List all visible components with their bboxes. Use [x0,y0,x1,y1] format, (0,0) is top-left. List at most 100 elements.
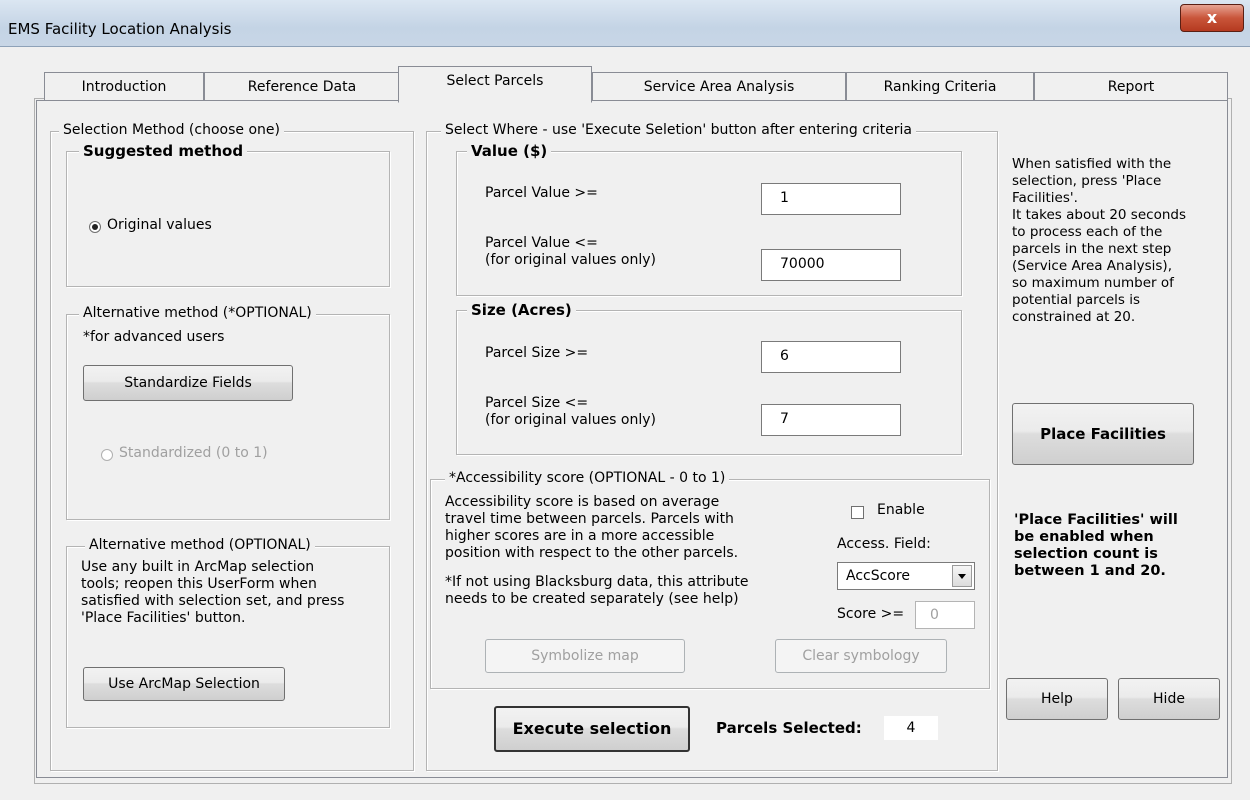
text-line: selection, press 'Place [1012,173,1162,189]
parcel-size-max-label: Parcel Size <= [485,395,589,411]
tab-introduction[interactable]: Introduction [44,72,204,101]
button-label: Execute selection [512,719,672,738]
help-button[interactable]: Help [1006,678,1108,720]
advanced-users-note: *for advanced users [83,329,225,345]
tab-select-parcels[interactable]: Select Parcels [398,66,592,103]
enable-checkbox[interactable] [851,506,864,519]
text-line: position with respect to the other parce… [445,545,739,561]
value-group: Value ($) Parcel Value >= 1 Parcel Value… [456,142,962,296]
tab-label: Service Area Analysis [643,79,795,95]
title-bar[interactable]: EMS Facility Location Analysis x [0,0,1250,47]
alternative-method-group: Alternative method (*OPTIONAL) *for adva… [66,305,390,520]
hide-button[interactable]: Hide [1118,678,1220,720]
tab-label: Reference Data [247,79,357,95]
tab-report[interactable]: Report [1034,72,1228,101]
parcels-selected-label: Parcels Selected: [716,719,862,737]
group-legend: Alternative method (*OPTIONAL) [79,305,316,321]
parcel-size-max-input[interactable]: 7 [761,404,901,436]
select-value: AccScore [846,568,910,584]
dialog-window: EMS Facility Location Analysis x Introdu… [0,0,1250,800]
text-line: 'Place Facilities' will [1014,512,1178,528]
standardize-fields-button[interactable]: Standardize Fields [83,365,293,401]
button-label: Symbolize map [531,648,639,664]
group-legend: Select Where - use 'Execute Seletion' bu… [441,122,916,138]
parcel-size-max-sublabel: (for original values only) [485,412,657,428]
arcmap-method-group: Alternative method (OPTIONAL) Use any bu… [66,537,390,728]
group-legend: Selection Method (choose one) [59,122,284,138]
button-label: Hide [1153,691,1185,707]
group-legend: Suggested method [79,142,248,160]
text-line: satisfied with selection set, and press [81,593,345,609]
text-line: Use any built in ArcMap selection [81,559,315,575]
access-field-label: Access. Field: [837,536,931,552]
group-legend: *Accessibility score (OPTIONAL - 0 to 1) [445,470,730,486]
text-line: higher scores are in a more accessible [445,528,715,544]
suggested-method-group: Suggested method Original values [66,142,390,287]
text-line: between 1 and 20. [1014,563,1166,579]
original-values-radio[interactable] [89,221,101,233]
tab-reference-data[interactable]: Reference Data [204,72,400,101]
group-legend: Size (Acres) [467,301,576,319]
close-icon: x [1206,8,1218,27]
parcel-size-min-label: Parcel Size >= [485,345,589,361]
tab-label: Report [1107,79,1155,95]
parcel-value-min-input[interactable]: 1 [761,183,901,215]
text-line: be enabled when [1014,529,1154,545]
accessibility-group: *Accessibility score (OPTIONAL - 0 to 1)… [430,470,990,689]
text-line: It takes about 20 seconds [1012,207,1186,223]
place-facilities-button[interactable]: Place Facilities [1012,403,1194,465]
use-arcmap-selection-button[interactable]: Use ArcMap Selection [83,667,285,701]
text-line: travel time between parcels. Parcels wit… [445,511,734,527]
text-line: Accessibility score is based on average [445,494,720,510]
parcel-value-max-label: Parcel Value <= [485,235,598,251]
text-line: tools; reopen this UserForm when [81,576,317,592]
radio-label: Original values [107,217,212,233]
place-facilities-info: When satisfied with the selection, press… [1012,156,1186,326]
parcel-value-min-label: Parcel Value >= [485,185,598,201]
tab-label: Ranking Criteria [883,79,997,95]
text-line: potential parcels is [1012,292,1141,308]
radio-label: Standardized (0 to 1) [119,445,268,461]
clear-symbology-button[interactable]: Clear symbology [775,639,947,673]
group-legend: Value ($) [467,142,552,160]
text-line: 'Place Facilities' button. [81,610,246,626]
text-line: constrained at 20. [1012,309,1136,325]
button-label: Use ArcMap Selection [108,676,260,692]
access-field-select[interactable]: AccScore [837,562,975,590]
execute-selection-button[interactable]: Execute selection [494,706,690,752]
accessibility-description: Accessibility score is based on average … [445,494,738,562]
score-label: Score >= [837,606,905,622]
dropdown-arrow-icon[interactable] [952,565,972,587]
accessibility-note: *If not using Blacksburg data, this attr… [445,574,748,608]
group-legend: Alternative method (OPTIONAL) [85,537,315,553]
text-line: *If not using Blacksburg data, this attr… [445,574,749,590]
text-line: Facilities'. [1012,190,1078,206]
close-button[interactable]: x [1180,4,1244,32]
text-line: needs to be created separately (see help… [445,591,739,607]
button-label: Standardize Fields [124,375,252,391]
tab-label: Introduction [81,79,167,95]
standardized-radio[interactable] [101,449,113,461]
enable-label: Enable [877,502,925,518]
score-input[interactable]: 0 [915,601,975,629]
parcel-value-max-sublabel: (for original values only) [485,252,657,268]
tab-label: Select Parcels [446,73,544,89]
text-line: When satisfied with the [1012,156,1172,172]
text-line: (Service Area Analysis), [1012,258,1172,274]
button-label: Clear symbology [802,648,920,664]
text-line: to process each of the [1012,224,1163,240]
parcel-size-min-input[interactable]: 6 [761,341,901,373]
window-title: EMS Facility Location Analysis [8,20,232,38]
text-line: selection count is [1014,546,1158,562]
tab-service-area-analysis[interactable]: Service Area Analysis [592,72,846,101]
place-facilities-note: 'Place Facilities' will be enabled when … [1014,512,1178,580]
button-label: Help [1041,691,1073,707]
text-line: parcels in the next step [1012,241,1172,257]
text-line: so maximum number of [1012,275,1174,291]
parcel-value-max-input[interactable]: 70000 [761,249,901,281]
arcmap-instructions: Use any built in ArcMap selection tools;… [81,559,344,627]
symbolize-map-button[interactable]: Symbolize map [485,639,685,673]
parcels-selected-count: 4 [884,716,938,740]
button-label: Place Facilities [1040,425,1166,443]
tab-ranking-criteria[interactable]: Ranking Criteria [846,72,1034,101]
